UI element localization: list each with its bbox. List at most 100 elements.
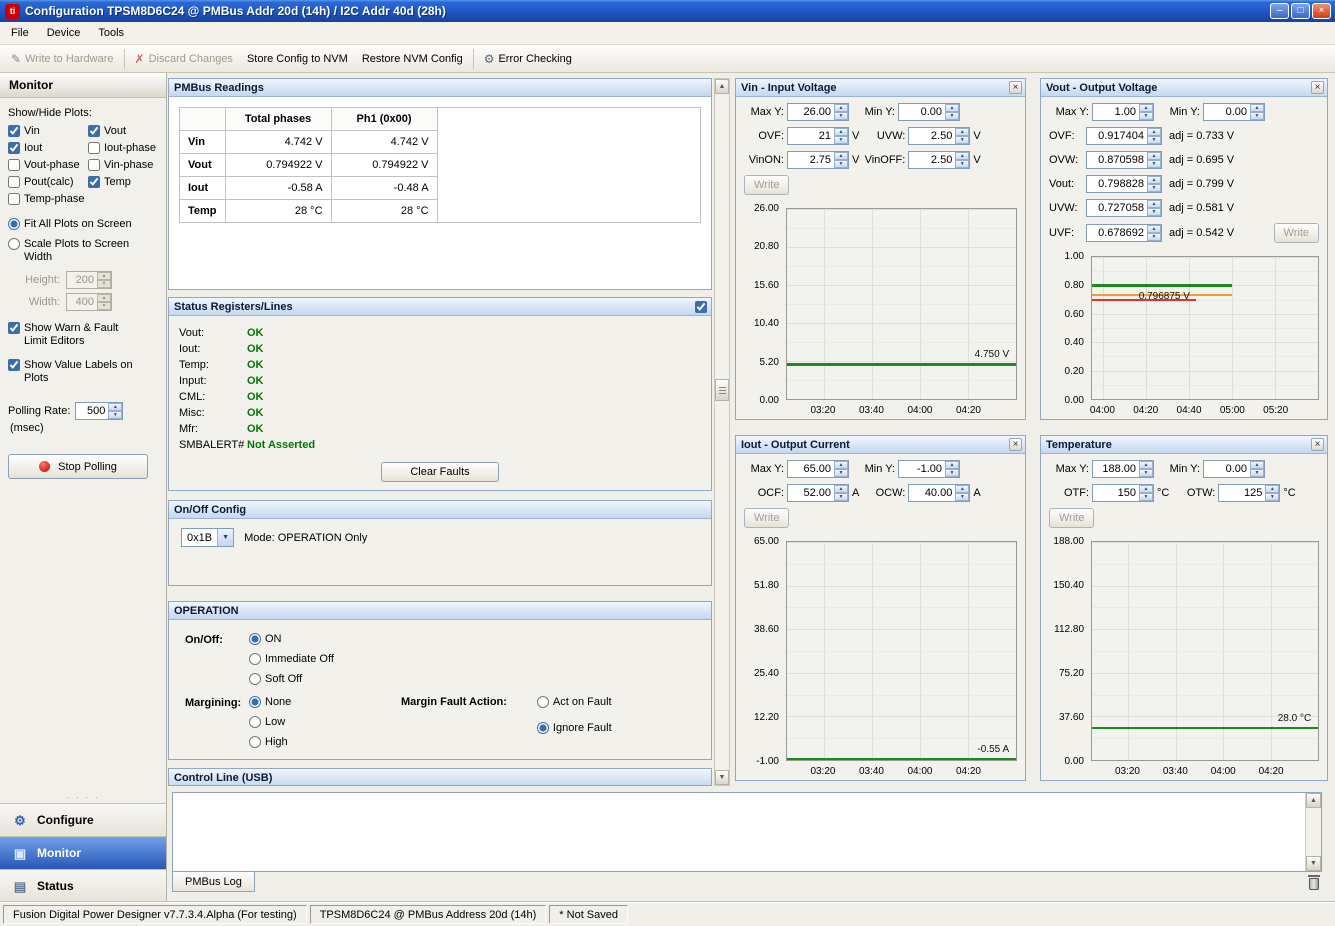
polling-rate-spinner-arrows[interactable]: ▲▼	[108, 403, 122, 419]
spin-up-icon[interactable]: ▲	[1147, 200, 1161, 208]
close-plot-icon[interactable]: ×	[1311, 438, 1324, 451]
vin-min-y-spinner[interactable]: ▲▼	[898, 103, 960, 121]
radio-input-high[interactable]	[249, 736, 261, 748]
radio-input-low[interactable]	[249, 716, 261, 728]
close-plot-icon[interactable]: ×	[1311, 81, 1324, 94]
clear-faults-button[interactable]: Clear Faults	[381, 462, 498, 482]
vout-min-y-spinner-arrows[interactable]: ▲▼	[1250, 104, 1264, 120]
iout-ocf-spinner-value[interactable]	[788, 485, 834, 501]
log-scrollbar[interactable]: ▲ ▼	[1305, 793, 1321, 871]
plot-checkbox-input-iout-phase[interactable]	[88, 142, 100, 154]
spin-up-icon[interactable]: ▲	[1147, 152, 1161, 160]
spin-up-icon[interactable]: ▲	[834, 128, 848, 136]
vout-max-y-spinner-arrows[interactable]: ▲▼	[1139, 104, 1153, 120]
spin-up-icon[interactable]: ▲	[834, 461, 848, 469]
scroll-up-icon[interactable]: ▲	[715, 79, 729, 94]
close-plot-icon[interactable]: ×	[1009, 81, 1022, 94]
radio-immediate-off[interactable]: Immediate Off	[249, 653, 334, 666]
spin-down-icon[interactable]: ▼	[1139, 112, 1153, 120]
spin-down-icon[interactable]: ▼	[955, 160, 969, 168]
polling-rate-spinner-value[interactable]	[76, 403, 108, 419]
pmbus-log-area[interactable]: ▲ ▼	[172, 792, 1322, 872]
vin-vinoff-spinner-value[interactable]	[909, 152, 955, 168]
polling-rate-spinner[interactable]: ▲▼	[75, 402, 123, 420]
center-scrollbar[interactable]: ▲ ▼	[714, 78, 730, 786]
vin-min-y-spinner-value[interactable]	[899, 104, 945, 120]
menu-file[interactable]: File	[2, 23, 38, 43]
temp-max-y-spinner-value[interactable]	[1093, 461, 1139, 477]
chevron-down-icon[interactable]: ▼	[217, 529, 233, 546]
spin-down-icon[interactable]: ▼	[1250, 469, 1264, 477]
iout-ocf-spinner[interactable]: ▲▼	[787, 484, 849, 502]
restore-nvm-button[interactable]: Restore NVM Config	[355, 49, 470, 69]
vout-ovw-spinner[interactable]: ▲▼	[1086, 151, 1162, 169]
vout-uvw-spinner-value[interactable]	[1087, 200, 1147, 216]
write-button-iout[interactable]: Write	[744, 508, 789, 528]
spin-down-icon[interactable]: ▼	[1147, 160, 1161, 168]
radio-low[interactable]: Low	[249, 716, 291, 729]
spin-up-icon[interactable]: ▲	[1139, 485, 1153, 493]
iout-max-y-spinner-value[interactable]	[788, 461, 834, 477]
iout-max-y-spinner-arrows[interactable]: ▲▼	[834, 461, 848, 477]
write-button-vout[interactable]: Write	[1274, 223, 1319, 243]
temp-otf-spinner[interactable]: ▲▼	[1092, 484, 1154, 502]
onoff-mode-combo[interactable]: 0x1B ▼	[181, 528, 234, 547]
vin-max-y-spinner-arrows[interactable]: ▲▼	[834, 104, 848, 120]
vin-ovf-spinner-value[interactable]	[788, 128, 834, 144]
spin-up-icon[interactable]: ▲	[834, 485, 848, 493]
spin-up-icon[interactable]: ▲	[834, 152, 848, 160]
vin-ovf-spinner-arrows[interactable]: ▲▼	[834, 128, 848, 144]
vin-vinon-spinner-value[interactable]	[788, 152, 834, 168]
spin-down-icon[interactable]: ▼	[108, 411, 122, 419]
spin-up-icon[interactable]: ▲	[1147, 128, 1161, 136]
plot-checkbox-pout-calc[interactable]: Pout(calc)	[8, 176, 88, 189]
spin-up-icon[interactable]: ▲	[1250, 461, 1264, 469]
scale-plots-radio[interactable]: Scale Plots to Screen Width	[8, 238, 158, 264]
pmbus-log-tab[interactable]: PMBus Log	[172, 872, 255, 892]
nav-status[interactable]: ▤ Status	[0, 869, 166, 902]
vin-uvw-spinner-value[interactable]	[909, 128, 955, 144]
vout-ovf-spinner-arrows[interactable]: ▲▼	[1147, 128, 1161, 144]
temp-otw-spinner-value[interactable]	[1219, 485, 1265, 501]
fit-all-plots-radio[interactable]: Fit All Plots on Screen	[8, 218, 158, 231]
error-checking-button[interactable]: ⚙ Error Checking	[477, 49, 579, 69]
temp-min-y-spinner[interactable]: ▲▼	[1203, 460, 1265, 478]
spin-up-icon[interactable]: ▲	[1147, 176, 1161, 184]
spin-down-icon[interactable]: ▼	[945, 112, 959, 120]
maximize-icon[interactable]: □	[1291, 3, 1310, 19]
plot-checkbox-input-vin-phase[interactable]	[88, 159, 100, 171]
radio-input-soft-off[interactable]	[249, 673, 261, 685]
plot-checkbox-iout[interactable]: Iout	[8, 142, 88, 155]
temp-otf-spinner-arrows[interactable]: ▲▼	[1139, 485, 1153, 501]
plot-checkbox-vin[interactable]: Vin	[8, 125, 88, 138]
spin-down-icon[interactable]: ▼	[1139, 493, 1153, 501]
radio-input-on[interactable]	[249, 633, 261, 645]
spin-up-icon[interactable]: ▲	[1139, 461, 1153, 469]
write-to-hardware-button[interactable]: ✎ Write to Hardware	[4, 49, 121, 69]
spin-up-icon[interactable]: ▲	[955, 485, 969, 493]
spin-up-icon[interactable]: ▲	[1139, 104, 1153, 112]
vout-uvf-spinner[interactable]: ▲▼	[1086, 224, 1162, 242]
vout-vout-spinner-value[interactable]	[1087, 176, 1147, 192]
close-icon[interactable]: ×	[1312, 3, 1331, 19]
iout-min-y-spinner-value[interactable]	[899, 461, 945, 477]
vout-max-y-spinner-value[interactable]	[1093, 104, 1139, 120]
plot-checkbox-input-pout-calc[interactable]	[8, 176, 20, 188]
spin-down-icon[interactable]: ▼	[834, 160, 848, 168]
iout-ocw-spinner[interactable]: ▲▼	[908, 484, 970, 502]
plot-checkbox-input-temp[interactable]	[88, 176, 100, 188]
radio-soft-off[interactable]: Soft Off	[249, 673, 334, 686]
vin-vinon-spinner-arrows[interactable]: ▲▼	[834, 152, 848, 168]
spin-up-icon[interactable]: ▲	[1265, 485, 1279, 493]
plot-checkbox-input-vout-phase[interactable]	[8, 159, 20, 171]
vout-min-y-spinner[interactable]: ▲▼	[1203, 103, 1265, 121]
spin-down-icon[interactable]: ▼	[955, 136, 969, 144]
spin-up-icon[interactable]: ▲	[955, 128, 969, 136]
spin-up-icon[interactable]: ▲	[955, 152, 969, 160]
plot-checkbox-input-vout[interactable]	[88, 125, 100, 137]
iout-ocw-spinner-arrows[interactable]: ▲▼	[955, 485, 969, 501]
vout-ovw-spinner-value[interactable]	[1087, 152, 1147, 168]
spin-down-icon[interactable]: ▼	[834, 469, 848, 477]
discard-changes-button[interactable]: ✗ Discard Changes	[128, 49, 240, 69]
menu-tools[interactable]: Tools	[89, 23, 133, 43]
